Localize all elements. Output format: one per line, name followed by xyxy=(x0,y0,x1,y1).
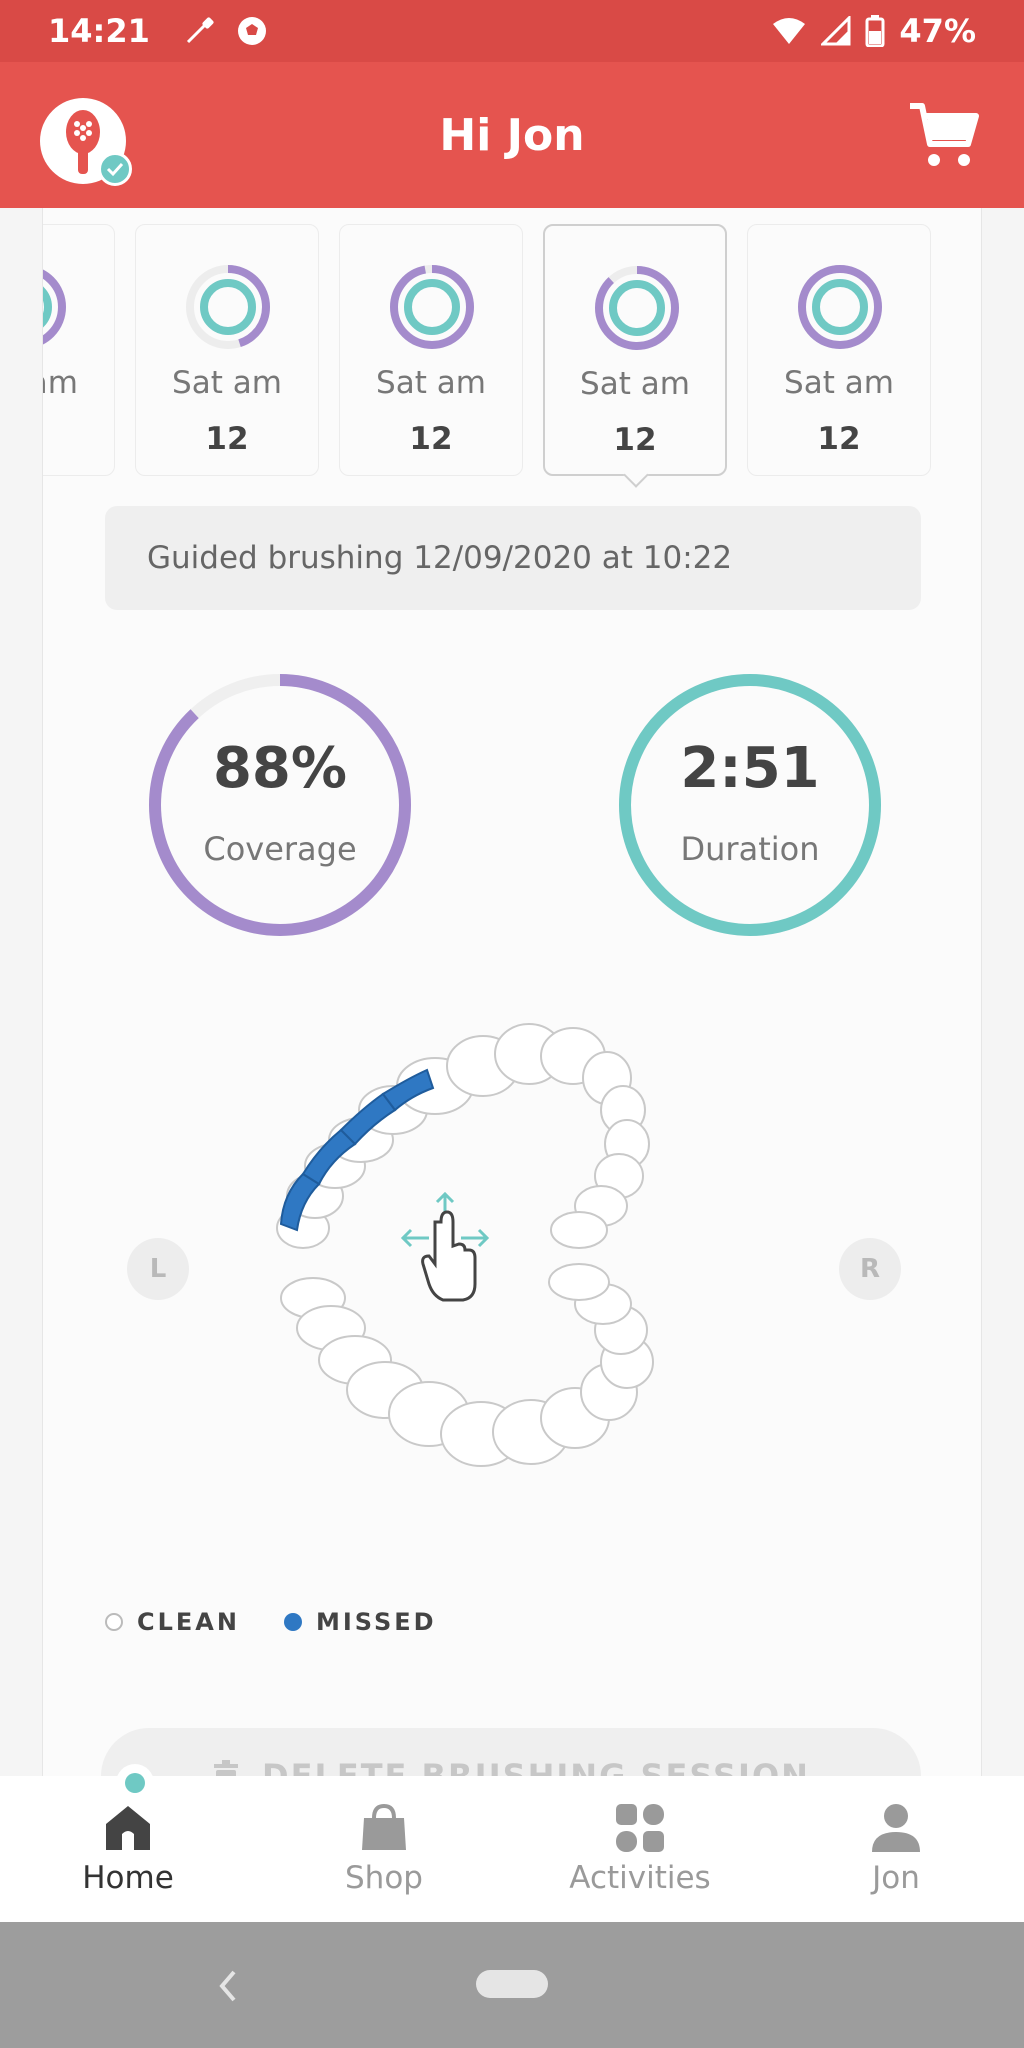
duration-value: 2:51 xyxy=(680,736,820,801)
coverage-label: Coverage xyxy=(203,830,357,868)
session-card[interactable]: Sat am 12 xyxy=(43,224,115,476)
session-detail: Sat am 12 Sat am 12 Sat am 12 xyxy=(42,208,982,1776)
legend-clean: CLEAN xyxy=(105,1608,240,1636)
soccer-ball-icon xyxy=(237,17,266,45)
wifi-icon xyxy=(773,18,806,44)
nav-profile-label: Jon xyxy=(872,1860,920,1896)
session-ring-chart xyxy=(186,265,270,349)
session-ring-chart xyxy=(43,265,66,349)
duration-gauge: 2:51 Duration xyxy=(615,670,885,940)
session-card[interactable]: Sat am 12 xyxy=(339,224,523,476)
battery-icon xyxy=(865,15,885,47)
bottom-nav: Home Shop Activities Jon xyxy=(0,1764,1024,1922)
coverage-gauge: 88% Coverage xyxy=(145,670,415,940)
status-bar: 14:21 47% xyxy=(0,0,1024,62)
session-card[interactable]: Sat am 12 xyxy=(135,224,319,476)
toothbrush-notification-icon xyxy=(186,17,214,44)
right-side-badge: R xyxy=(839,1238,901,1300)
delete-session-button[interactable]: DELETE BRUSHING SESSION xyxy=(101,1728,921,1776)
legend-missed-label: MISSED xyxy=(315,1608,437,1636)
teeth-3d-model[interactable] xyxy=(263,998,783,1538)
session-number: 12 xyxy=(613,422,657,458)
home-gesture-pill[interactable] xyxy=(476,1970,548,1998)
app-screen: 14:21 47% Hi Jon m Sat am 12 Sat am 12 S… xyxy=(0,0,1024,2048)
session-number: 12 xyxy=(43,421,114,457)
session-number: 12 xyxy=(409,421,453,457)
hand-gesture-icon xyxy=(421,1210,477,1302)
home-icon xyxy=(106,1806,150,1850)
nav-activities[interactable]: Activities xyxy=(512,1776,768,1922)
status-time: 14:21 xyxy=(48,12,150,50)
session-card-selected[interactable]: Sat am 12 xyxy=(543,224,727,476)
page-title: Hi Jon xyxy=(439,109,585,161)
session-label: Sat am xyxy=(784,365,894,401)
session-ring-chart xyxy=(390,265,474,349)
shopping-bag-icon xyxy=(362,1803,406,1850)
nav-home-label: Home xyxy=(82,1860,174,1896)
session-label: Sat am xyxy=(172,365,282,401)
delete-session-label: DELETE BRUSHING SESSION xyxy=(262,1757,810,1776)
session-card[interactable]: Sat am 12 xyxy=(747,224,931,476)
cart-icon[interactable] xyxy=(908,100,980,176)
nav-shop[interactable]: Shop xyxy=(256,1776,512,1922)
legend-missed: MISSED xyxy=(283,1608,437,1636)
session-ring-chart xyxy=(798,265,882,349)
coverage-arc xyxy=(149,674,411,936)
connected-check-icon xyxy=(98,152,132,186)
session-number: 12 xyxy=(205,421,249,457)
legend: CLEAN MISSED xyxy=(105,1608,481,1636)
nav-home[interactable]: Home xyxy=(0,1776,256,1922)
missed-dot-icon xyxy=(283,1613,302,1631)
nav-activities-label: Activities xyxy=(569,1860,711,1896)
app-header: Hi Jon xyxy=(0,62,1024,208)
toothbrush-logo-icon[interactable] xyxy=(40,98,132,186)
person-icon xyxy=(872,1804,920,1852)
nav-profile[interactable]: Jon xyxy=(768,1776,1024,1922)
clean-dot-icon xyxy=(105,1613,123,1631)
session-number: 12 xyxy=(817,421,861,457)
duration-arc xyxy=(619,674,881,936)
session-label: Sat am xyxy=(43,365,78,401)
activities-grid-icon xyxy=(616,1804,664,1852)
back-icon[interactable] xyxy=(214,1966,240,2006)
session-title: Guided brushing 12/09/2020 at 10:22 xyxy=(105,506,921,610)
nav-shop-label: Shop xyxy=(345,1860,423,1896)
session-carousel[interactable]: Sat am 12 Sat am 12 Sat am 12 xyxy=(43,224,981,484)
battery-percent: 47% xyxy=(899,12,976,50)
signal-icon xyxy=(821,16,851,46)
duration-label: Duration xyxy=(680,830,820,868)
coverage-value: 88% xyxy=(212,736,348,801)
session-ring-chart xyxy=(595,266,679,350)
system-navigation-bar xyxy=(0,1922,1024,2048)
session-label: Sat am xyxy=(376,365,486,401)
legend-clean-label: CLEAN xyxy=(137,1608,240,1636)
trash-icon xyxy=(214,1760,239,1776)
session-label: Sat am xyxy=(580,366,690,402)
left-side-badge: L xyxy=(127,1238,189,1300)
